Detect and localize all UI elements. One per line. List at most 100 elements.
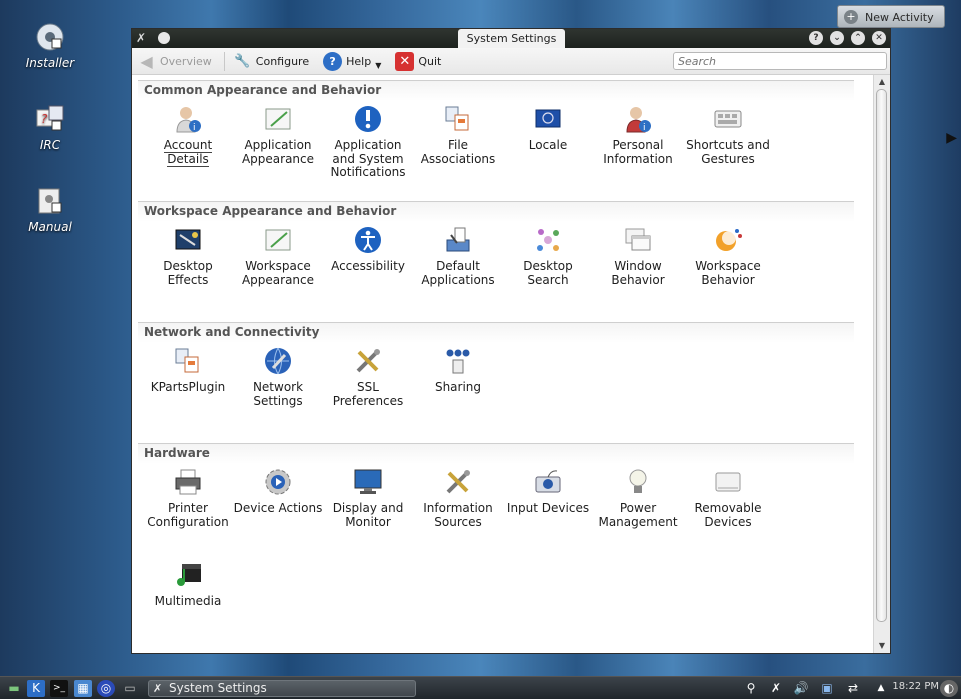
back-arrow-icon: ◀	[140, 51, 153, 71]
accessibility-icon	[352, 225, 384, 255]
scroll-up-icon[interactable]: ▲	[876, 77, 888, 87]
new-activity-button[interactable]: + New Activity	[837, 5, 945, 28]
default-apps-icon	[442, 225, 474, 255]
item-label: Locale	[528, 138, 568, 152]
input-devices-icon	[532, 467, 564, 497]
panel-settings-icon[interactable]: ◐	[940, 680, 958, 697]
maximize-button[interactable]: ⌃	[851, 31, 865, 45]
item-label: Input Devices	[506, 501, 590, 515]
desktop-icon-irc[interactable]: ? IRC	[22, 104, 78, 152]
vertical-scrollbar[interactable]: ▲ ▼	[873, 75, 890, 653]
item-label: KPartsPlugin	[150, 380, 226, 394]
settings-item-display-monitor[interactable]: Display and Monitor	[323, 467, 413, 529]
desktop-icon-manual[interactable]: Manual	[22, 186, 78, 234]
settings-item-desktop-search[interactable]: Desktop Search	[503, 225, 593, 287]
settings-item-workspace-appearance[interactable]: Workspace Appearance	[233, 225, 323, 287]
new-activity-label: New Activity	[865, 11, 934, 24]
desktop-icon-installer[interactable]: Installer	[22, 22, 78, 70]
section-title: Network and Connectivity	[144, 325, 320, 339]
system-settings-window: ✗ System Settings ? ⌄ ⌃ ✕ ◀ Overview 🔧 C…	[131, 28, 891, 654]
item-label: Shortcuts and Gestures	[686, 138, 770, 166]
item-label: Information Sources	[423, 501, 493, 529]
network-settings-icon	[262, 346, 294, 376]
svg-text:i: i	[193, 123, 196, 133]
pin-icon[interactable]	[158, 32, 170, 44]
settings-item-removable-devices[interactable]: Removable Devices	[683, 467, 773, 529]
settings-item-information-sources[interactable]: Information Sources	[413, 467, 503, 529]
taskbar-task-system-settings[interactable]: ✗ System Settings	[148, 680, 416, 697]
section-common-appearance: Common Appearance and Behavior i Account…	[138, 80, 854, 198]
overview-button[interactable]: ◀ Overview	[137, 51, 212, 71]
svg-text:?: ?	[41, 112, 48, 126]
chevron-down-icon: ▼	[375, 60, 382, 70]
item-label: Personal Information	[603, 138, 673, 166]
settings-item-accessibility[interactable]: Accessibility	[323, 225, 413, 274]
usb-icon[interactable]: ⇄	[844, 680, 862, 697]
settings-item-file-associations[interactable]: File Associations	[413, 104, 503, 166]
settings-item-desktop-effects[interactable]: Desktop Effects	[143, 225, 233, 287]
workspace-behavior-icon	[712, 225, 744, 255]
minimize-button[interactable]: ⌄	[830, 31, 844, 45]
quit-button[interactable]: ✕ Quit	[395, 51, 441, 71]
settings-item-sharing[interactable]: Sharing	[413, 346, 503, 395]
scroll-down-icon[interactable]: ▼	[876, 641, 888, 651]
mouse-cursor-icon: ▶	[946, 130, 957, 146]
settings-item-shortcuts-gestures[interactable]: Shortcuts and Gestures	[683, 104, 773, 166]
settings-item-device-actions[interactable]: Device Actions	[233, 467, 323, 516]
shortcuts-icon	[712, 104, 744, 134]
close-button[interactable]: ✕	[872, 31, 886, 45]
device-actions-icon	[262, 467, 294, 497]
personal-info-icon: i	[622, 104, 654, 134]
scrollbar-thumb[interactable]	[876, 89, 887, 622]
tray-expand-icon[interactable]: ▲	[872, 680, 890, 697]
quit-icon: ✕	[395, 51, 415, 71]
settings-item-network-settings[interactable]: Network Settings	[233, 346, 323, 408]
volume-icon[interactable]: 🔊	[792, 680, 810, 697]
section-hardware: Hardware Printer Configuration Device Ac…	[138, 443, 854, 653]
item-label: File Associations	[420, 138, 496, 166]
help-menu-button[interactable]: ? Help ▼	[323, 51, 382, 71]
settings-item-account-details[interactable]: i Account Details	[143, 104, 233, 167]
configure-button[interactable]: 🔧 Configure	[233, 52, 309, 71]
settings-item-power-management[interactable]: Power Management	[593, 467, 683, 529]
show-desktop-icon[interactable]: ▬	[5, 680, 23, 697]
settings-item-input-devices[interactable]: Input Devices	[503, 467, 593, 516]
kde-menu-icon[interactable]: K	[27, 680, 45, 697]
wrench-icon: 🔧	[234, 53, 251, 69]
file-manager-icon[interactable]: ▦	[74, 680, 92, 697]
network-tray-icon[interactable]: ⚲	[742, 680, 760, 697]
settings-item-personal-information[interactable]: i Personal Information	[593, 104, 683, 166]
item-label: Account Details	[163, 138, 213, 167]
item-label: Network Settings	[252, 380, 304, 408]
settings-item-default-applications[interactable]: Default Applications	[413, 225, 503, 287]
settings-item-multimedia[interactable]: Multimedia	[143, 560, 233, 609]
item-label: Multimedia	[154, 594, 222, 608]
search-input[interactable]	[673, 52, 887, 70]
tools-tray-icon[interactable]: ✗	[767, 680, 785, 697]
multimedia-icon	[172, 560, 204, 590]
settings-item-notifications[interactable]: Application and System Notifications	[323, 104, 413, 180]
network-manager-icon[interactable]: ▣	[818, 680, 836, 697]
configure-label: Configure	[255, 54, 310, 68]
title-bar[interactable]: ✗ System Settings ? ⌄ ⌃ ✕	[132, 29, 890, 48]
folder-icon[interactable]: ▭	[121, 680, 139, 697]
window-title: System Settings	[458, 29, 565, 48]
svg-text:i: i	[643, 123, 646, 133]
item-label: Printer Configuration	[147, 501, 229, 529]
settings-item-application-appearance[interactable]: Application Appearance	[233, 104, 323, 166]
desktop-search-icon	[532, 225, 564, 255]
tools-icon[interactable]: ✗	[136, 31, 150, 45]
terminal-icon[interactable]: >_	[50, 680, 68, 697]
installer-icon	[35, 22, 65, 52]
settings-item-locale[interactable]: Locale	[503, 104, 593, 153]
help-window-button[interactable]: ?	[809, 31, 823, 45]
locale-icon	[532, 104, 564, 134]
browser-icon[interactable]: ◎	[97, 680, 115, 697]
overview-label: Overview	[160, 54, 212, 68]
settings-item-ssl-preferences[interactable]: SSL Preferences	[323, 346, 413, 408]
window-behavior-icon	[622, 225, 654, 255]
settings-item-workspace-behavior[interactable]: Workspace Behavior	[683, 225, 773, 287]
settings-item-kpartsplugin[interactable]: KPartsPlugin	[143, 346, 233, 395]
settings-item-printer-configuration[interactable]: Printer Configuration	[143, 467, 233, 529]
settings-item-window-behavior[interactable]: Window Behavior	[593, 225, 683, 287]
